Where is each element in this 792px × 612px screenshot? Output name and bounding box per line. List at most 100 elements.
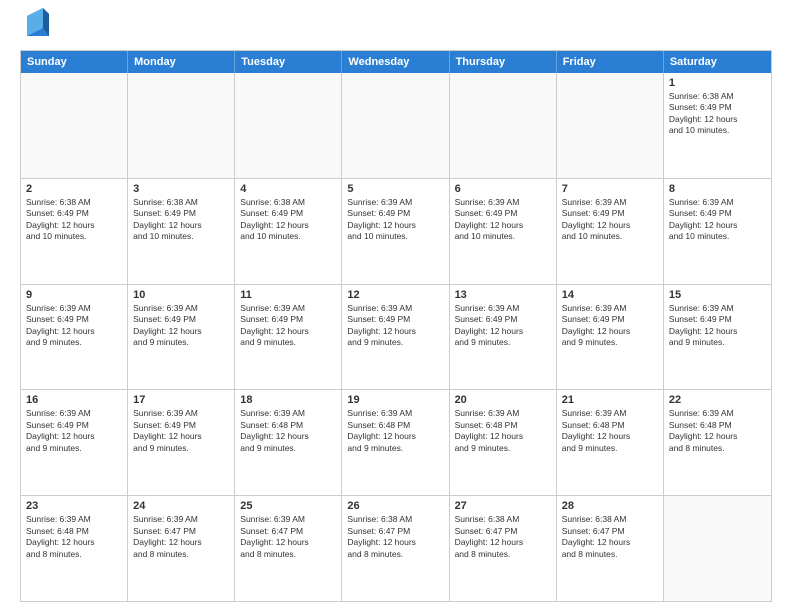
day-cell-7: 7 Sunrise: 6:39 AM Sunset: 6:49 PM Daylig… xyxy=(557,179,664,284)
day-number: 28 xyxy=(562,500,658,512)
day-number: 25 xyxy=(240,500,336,512)
page: SundayMondayTuesdayWednesdayThursdayFrid… xyxy=(0,0,792,612)
day-cell-23: 23 Sunrise: 6:39 AM Sunset: 6:48 PM Dayli… xyxy=(21,496,128,601)
day-cell-2: 2 Sunrise: 6:38 AM Sunset: 6:49 PM Daylig… xyxy=(21,179,128,284)
logo xyxy=(20,16,49,40)
day-cell-empty-0-4 xyxy=(450,73,557,178)
day-number: 8 xyxy=(669,183,766,195)
day-info: Sunrise: 6:39 AM Sunset: 6:49 PM Dayligh… xyxy=(133,408,229,454)
day-number: 19 xyxy=(347,394,443,406)
day-info: Sunrise: 6:39 AM Sunset: 6:49 PM Dayligh… xyxy=(26,303,122,349)
day-number: 23 xyxy=(26,500,122,512)
day-cell-27: 27 Sunrise: 6:38 AM Sunset: 6:47 PM Dayli… xyxy=(450,496,557,601)
day-info: Sunrise: 6:39 AM Sunset: 6:49 PM Dayligh… xyxy=(347,197,443,243)
header xyxy=(20,16,772,40)
day-info: Sunrise: 6:39 AM Sunset: 6:47 PM Dayligh… xyxy=(133,514,229,560)
day-number: 20 xyxy=(455,394,551,406)
day-info: Sunrise: 6:39 AM Sunset: 6:48 PM Dayligh… xyxy=(347,408,443,454)
day-number: 10 xyxy=(133,289,229,301)
day-number: 16 xyxy=(26,394,122,406)
day-number: 17 xyxy=(133,394,229,406)
day-cell-empty-0-1 xyxy=(128,73,235,178)
day-info: Sunrise: 6:38 AM Sunset: 6:49 PM Dayligh… xyxy=(240,197,336,243)
calendar-header: SundayMondayTuesdayWednesdayThursdayFrid… xyxy=(21,51,771,73)
day-number: 12 xyxy=(347,289,443,301)
day-number: 24 xyxy=(133,500,229,512)
day-info: Sunrise: 6:39 AM Sunset: 6:49 PM Dayligh… xyxy=(562,303,658,349)
day-cell-6: 6 Sunrise: 6:39 AM Sunset: 6:49 PM Daylig… xyxy=(450,179,557,284)
day-cell-9: 9 Sunrise: 6:39 AM Sunset: 6:49 PM Daylig… xyxy=(21,285,128,390)
day-info: Sunrise: 6:39 AM Sunset: 6:48 PM Dayligh… xyxy=(562,408,658,454)
day-info: Sunrise: 6:39 AM Sunset: 6:48 PM Dayligh… xyxy=(669,408,766,454)
day-number: 27 xyxy=(455,500,551,512)
day-number: 9 xyxy=(26,289,122,301)
day-cell-15: 15Sunrise: 6:39 AM Sunset: 6:49 PM Dayli… xyxy=(664,285,771,390)
day-info: Sunrise: 6:38 AM Sunset: 6:49 PM Dayligh… xyxy=(669,91,766,137)
day-cell-8: 8 Sunrise: 6:39 AM Sunset: 6:49 PM Daylig… xyxy=(664,179,771,284)
day-info: Sunrise: 6:38 AM Sunset: 6:47 PM Dayligh… xyxy=(455,514,551,560)
day-number: 5 xyxy=(347,183,443,195)
day-cell-empty-0-3 xyxy=(342,73,449,178)
day-info: Sunrise: 6:38 AM Sunset: 6:49 PM Dayligh… xyxy=(133,197,229,243)
day-cell-25: 25Sunrise: 6:39 AM Sunset: 6:47 PM Dayli… xyxy=(235,496,342,601)
day-info: Sunrise: 6:39 AM Sunset: 6:49 PM Dayligh… xyxy=(347,303,443,349)
day-number: 22 xyxy=(669,394,766,406)
day-number: 13 xyxy=(455,289,551,301)
calendar-row-3: 16 Sunrise: 6:39 AM Sunset: 6:49 PM Dayli… xyxy=(21,389,771,495)
weekday-header-wednesday: Wednesday xyxy=(342,51,449,73)
day-number: 11 xyxy=(240,289,336,301)
day-info: Sunrise: 6:39 AM Sunset: 6:49 PM Dayligh… xyxy=(133,303,229,349)
day-cell-26: 26 Sunrise: 6:38 AM Sunset: 6:47 PM Dayli… xyxy=(342,496,449,601)
weekday-header-thursday: Thursday xyxy=(450,51,557,73)
day-cell-5: 5 Sunrise: 6:39 AM Sunset: 6:49 PM Daylig… xyxy=(342,179,449,284)
day-info: Sunrise: 6:39 AM Sunset: 6:49 PM Dayligh… xyxy=(562,197,658,243)
day-number: 3 xyxy=(133,183,229,195)
calendar-row-4: 23 Sunrise: 6:39 AM Sunset: 6:48 PM Dayli… xyxy=(21,495,771,601)
calendar-row-1: 2 Sunrise: 6:38 AM Sunset: 6:49 PM Daylig… xyxy=(21,178,771,284)
calendar-row-2: 9 Sunrise: 6:39 AM Sunset: 6:49 PM Daylig… xyxy=(21,284,771,390)
day-info: Sunrise: 6:39 AM Sunset: 6:49 PM Dayligh… xyxy=(455,303,551,349)
weekday-header-monday: Monday xyxy=(128,51,235,73)
day-cell-21: 21 Sunrise: 6:39 AM Sunset: 6:48 PM Dayli… xyxy=(557,390,664,495)
day-info: Sunrise: 6:39 AM Sunset: 6:48 PM Dayligh… xyxy=(240,408,336,454)
day-number: 1 xyxy=(669,77,766,89)
day-cell-20: 20 Sunrise: 6:39 AM Sunset: 6:48 PM Dayli… xyxy=(450,390,557,495)
weekday-header-friday: Friday xyxy=(557,51,664,73)
day-number: 7 xyxy=(562,183,658,195)
weekday-header-tuesday: Tuesday xyxy=(235,51,342,73)
day-cell-empty-4-6 xyxy=(664,496,771,601)
day-cell-4: 4 Sunrise: 6:38 AM Sunset: 6:49 PM Daylig… xyxy=(235,179,342,284)
day-info: Sunrise: 6:38 AM Sunset: 6:47 PM Dayligh… xyxy=(562,514,658,560)
day-number: 2 xyxy=(26,183,122,195)
day-cell-24: 24 Sunrise: 6:39 AM Sunset: 6:47 PM Dayli… xyxy=(128,496,235,601)
day-cell-10: 10 Sunrise: 6:39 AM Sunset: 6:49 PM Dayli… xyxy=(128,285,235,390)
day-cell-18: 18 Sunrise: 6:39 AM Sunset: 6:48 PM Dayli… xyxy=(235,390,342,495)
day-number: 18 xyxy=(240,394,336,406)
day-number: 4 xyxy=(240,183,336,195)
weekday-header-saturday: Saturday xyxy=(664,51,771,73)
day-info: Sunrise: 6:39 AM Sunset: 6:49 PM Dayligh… xyxy=(669,197,766,243)
calendar-body: 1 Sunrise: 6:38 AM Sunset: 6:49 PM Daylig… xyxy=(21,73,771,601)
day-number: 6 xyxy=(455,183,551,195)
day-cell-28: 28 Sunrise: 6:38 AM Sunset: 6:47 PM Dayli… xyxy=(557,496,664,601)
day-cell-3: 3 Sunrise: 6:38 AM Sunset: 6:49 PM Daylig… xyxy=(128,179,235,284)
day-cell-19: 19 Sunrise: 6:39 AM Sunset: 6:48 PM Dayli… xyxy=(342,390,449,495)
day-info: Sunrise: 6:39 AM Sunset: 6:48 PM Dayligh… xyxy=(26,514,122,560)
day-cell-22: 22 Sunrise: 6:39 AM Sunset: 6:48 PM Dayli… xyxy=(664,390,771,495)
day-info: Sunrise: 6:38 AM Sunset: 6:49 PM Dayligh… xyxy=(26,197,122,243)
day-number: 21 xyxy=(562,394,658,406)
day-cell-1: 1 Sunrise: 6:38 AM Sunset: 6:49 PM Daylig… xyxy=(664,73,771,178)
day-info: Sunrise: 6:38 AM Sunset: 6:47 PM Dayligh… xyxy=(347,514,443,560)
day-cell-16: 16Sunrise: 6:39 AM Sunset: 6:49 PM Dayli… xyxy=(21,390,128,495)
day-cell-empty-0-5 xyxy=(557,73,664,178)
day-cell-empty-0-2 xyxy=(235,73,342,178)
calendar-row-0: 1 Sunrise: 6:38 AM Sunset: 6:49 PM Daylig… xyxy=(21,73,771,178)
weekday-header-sunday: Sunday xyxy=(21,51,128,73)
day-cell-14: 14 Sunrise: 6:39 AM Sunset: 6:49 PM Dayli… xyxy=(557,285,664,390)
day-number: 14 xyxy=(562,289,658,301)
day-number: 26 xyxy=(347,500,443,512)
day-info: Sunrise: 6:39 AM Sunset: 6:49 PM Dayligh… xyxy=(455,197,551,243)
day-cell-13: 13 Sunrise: 6:39 AM Sunset: 6:49 PM Dayli… xyxy=(450,285,557,390)
day-info: Sunrise: 6:39 AM Sunset: 6:48 PM Dayligh… xyxy=(455,408,551,454)
day-info: Sunrise: 6:39 AM Sunset: 6:49 PM Dayligh… xyxy=(240,303,336,349)
